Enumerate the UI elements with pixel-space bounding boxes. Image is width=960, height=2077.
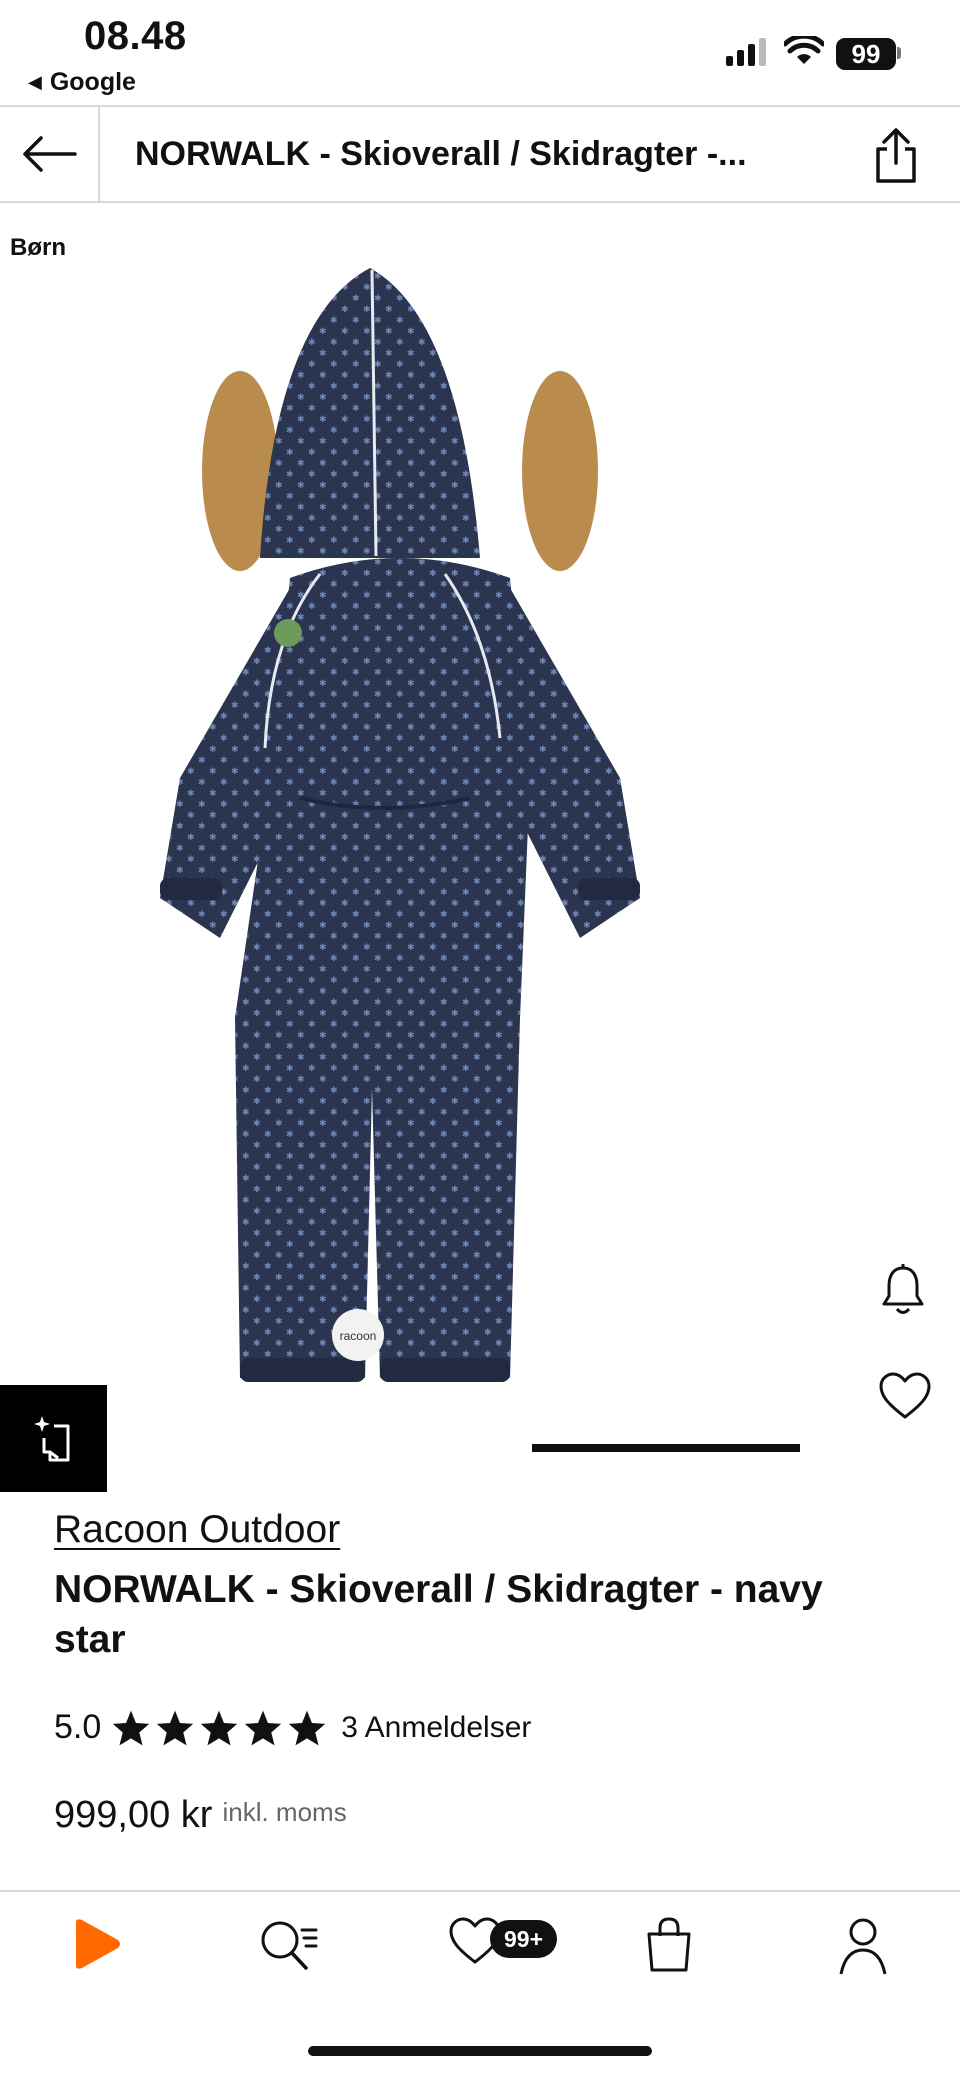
star-icon <box>113 1710 150 1745</box>
carousel-indicator <box>532 1444 800 1452</box>
back-to-app-link[interactable]: ◀ Google <box>28 68 136 97</box>
back-button[interactable] <box>0 107 100 201</box>
similar-items-button[interactable] <box>0 1385 107 1492</box>
user-icon <box>839 1918 887 1975</box>
page-title: NORWALK - Skioverall / Skidragter -... <box>135 135 747 173</box>
share-button[interactable] <box>872 127 920 190</box>
tab-bag[interactable] <box>644 1916 694 1979</box>
wishlist-count-badge: 99+ <box>490 1920 558 1958</box>
zalando-logo-icon <box>76 1919 120 1969</box>
signal-icon <box>726 38 766 66</box>
price-row: 999,00 kr inkl. moms <box>54 1794 347 1837</box>
clock: 08.48 <box>84 14 187 58</box>
rating-stars <box>111 1709 327 1747</box>
bell-icon <box>882 1264 924 1314</box>
heart-icon <box>879 1372 931 1419</box>
home-indicator <box>308 2046 652 2056</box>
product-name: NORWALK - Skioverall / Skidragter - navy… <box>54 1568 823 1661</box>
add-to-wishlist-button[interactable] <box>878 1372 932 1425</box>
notify-button[interactable] <box>880 1262 926 1321</box>
reviews-link[interactable]: 3 Anmeldelser <box>341 1711 531 1745</box>
vat-note: inkl. moms <box>222 1797 347 1827</box>
product-logo-text: racoon <box>340 1329 377 1343</box>
back-triangle-icon: ◀ <box>28 72 42 92</box>
bottom-tab-bar <box>0 1890 960 2012</box>
star-icon <box>157 1710 194 1745</box>
shopping-bag-icon <box>647 1917 691 1972</box>
brand-link[interactable]: Racoon Outdoor <box>54 1508 340 1552</box>
battery-tip <box>897 47 901 59</box>
rating-score: 5.0 <box>54 1708 102 1746</box>
category-tag: Børn <box>10 234 66 261</box>
product-image[interactable]: ✱ ✱ racoon <box>140 258 820 1398</box>
rating-summary[interactable]: 5.0 3 Anmeldelser <box>54 1708 531 1747</box>
tab-home[interactable] <box>70 1916 124 1977</box>
star-icon <box>201 1710 238 1745</box>
back-app-label: Google <box>49 68 136 96</box>
sparkle-crop-icon <box>33 1415 69 1461</box>
share-icon <box>876 128 916 183</box>
tab-profile[interactable] <box>838 1916 888 1981</box>
arrow-left-icon <box>23 136 77 172</box>
price: 999,00 kr <box>54 1794 213 1836</box>
search-icon <box>261 1921 318 1970</box>
tab-search[interactable] <box>258 1916 320 1979</box>
status-bar: 08.48 ◀ Google 99 <box>0 0 960 105</box>
battery-icon: 99 <box>836 38 896 70</box>
star-icon <box>245 1710 282 1745</box>
star-icon <box>289 1710 326 1745</box>
top-navigation: NORWALK - Skioverall / Skidragter -... <box>0 105 960 203</box>
wifi-icon <box>784 36 824 64</box>
